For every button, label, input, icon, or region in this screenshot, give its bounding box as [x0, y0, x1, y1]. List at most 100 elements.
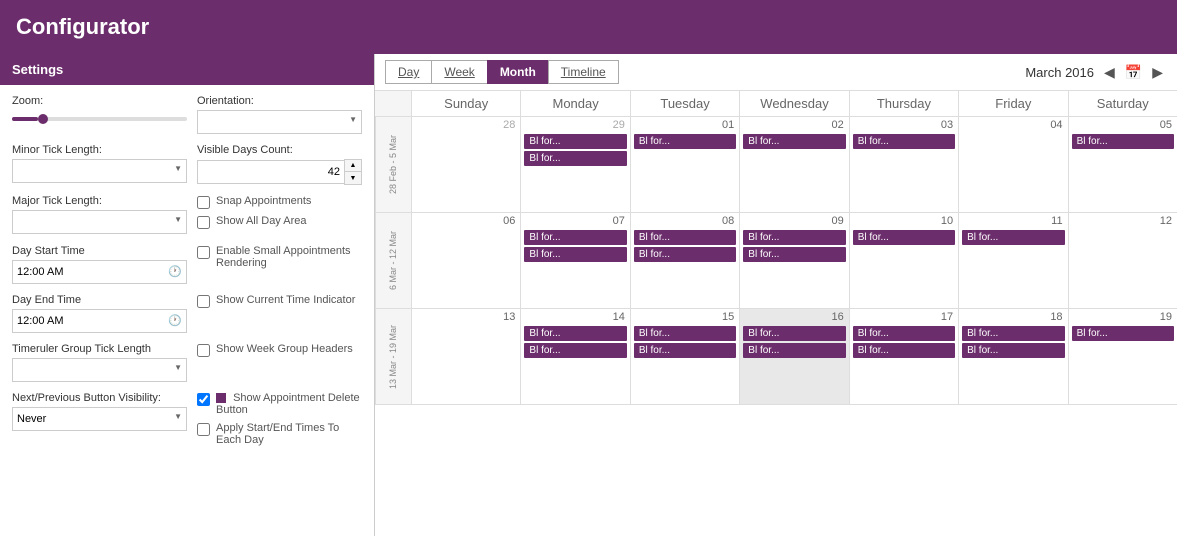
event-bar[interactable]: Bl for...: [853, 343, 955, 358]
clock-icon: 🕐: [168, 265, 182, 278]
main-container: Settings Zoom: Orientation:: [0, 54, 1177, 536]
day-end-input[interactable]: [12, 309, 187, 333]
visible-days-section: Visible Days Count: ▲ ▼: [197, 144, 362, 185]
timeruler-select[interactable]: [12, 358, 187, 382]
event-bar[interactable]: Bl for...: [962, 326, 1064, 341]
day-cell-08[interactable]: 08 Bl for... Bl for...: [630, 213, 739, 308]
event-bar[interactable]: Bl for...: [524, 247, 626, 262]
major-tick-select[interactable]: [12, 210, 187, 234]
day-start-input[interactable]: [12, 260, 187, 284]
calendar-toolbar: Day Week Month Timeline March 2016 ◀ 📅 ▶: [375, 54, 1177, 91]
day-cell-17[interactable]: 17 Bl for... Bl for...: [849, 309, 958, 404]
day-header-wed: Wednesday: [739, 91, 848, 116]
event-bar[interactable]: Bl for...: [962, 343, 1064, 358]
enable-small-row: Enable Small Appointments Rendering: [197, 245, 362, 269]
event-bar[interactable]: Bl for...: [743, 326, 845, 341]
event-bar[interactable]: Bl for...: [524, 151, 626, 166]
calendar-icon[interactable]: 📅: [1125, 64, 1142, 81]
event-bar[interactable]: Bl for...: [524, 343, 626, 358]
event-bar[interactable]: Bl for...: [634, 134, 736, 149]
day-cell-05[interactable]: 05 Bl for...: [1068, 117, 1177, 212]
enable-small-checkbox[interactable]: [197, 246, 210, 259]
event-bar[interactable]: Bl for...: [743, 230, 845, 245]
day-number: 19: [1072, 311, 1174, 323]
calendar-body: 28 Feb - 5 Mar 28 29 Bl for... Bl for...…: [375, 117, 1177, 536]
show-current-time-checkbox[interactable]: [197, 295, 210, 308]
day-start-section: Day Start Time 🕐: [12, 245, 197, 284]
timeruler-select-wrapper: [12, 358, 187, 382]
day-cell-10[interactable]: 10 Bl for...: [849, 213, 958, 308]
event-bar[interactable]: Bl for...: [1072, 326, 1174, 341]
spinner-down[interactable]: ▼: [345, 172, 361, 184]
day-cell-07[interactable]: 07 Bl for... Bl for...: [520, 213, 629, 308]
nav-prev-button[interactable]: ◀: [1100, 62, 1119, 83]
view-btn-day[interactable]: Day: [385, 60, 431, 84]
event-bar[interactable]: Bl for...: [1072, 134, 1174, 149]
major-tick-select-wrapper: [12, 210, 187, 234]
day-number: 06: [415, 215, 517, 227]
day-cell-12[interactable]: 12: [1068, 213, 1177, 308]
day-cell-04[interactable]: 04: [958, 117, 1067, 212]
event-bar[interactable]: Bl for...: [743, 343, 845, 358]
event-bar[interactable]: Bl for...: [853, 134, 955, 149]
nav-month-label: March 2016: [1025, 65, 1094, 80]
day-cell-19[interactable]: 19 Bl for...: [1068, 309, 1177, 404]
next-prev-select-wrapper: Never: [12, 407, 187, 431]
event-bar[interactable]: Bl for...: [743, 134, 845, 149]
day-cell-02[interactable]: 02 Bl for...: [739, 117, 848, 212]
event-bar[interactable]: Bl for...: [853, 230, 955, 245]
view-btn-week[interactable]: Week: [431, 60, 486, 84]
show-all-day-checkbox[interactable]: [197, 216, 210, 229]
day-cell-16[interactable]: 16 Bl for... Bl for...: [739, 309, 848, 404]
orientation-section: Orientation:: [197, 95, 362, 134]
day-cell-01[interactable]: 01 Bl for...: [630, 117, 739, 212]
day-end-section: Day End Time 🕐: [12, 294, 197, 333]
next-prev-select[interactable]: Never: [12, 407, 187, 431]
slider-thumb[interactable]: [38, 114, 48, 124]
event-bar[interactable]: Bl for...: [524, 134, 626, 149]
day-cell-15[interactable]: 15 Bl for... Bl for...: [630, 309, 739, 404]
day-number: 28: [415, 119, 517, 131]
calendar-grid: Sunday Monday Tuesday Wednesday Thursday…: [375, 91, 1177, 536]
spinner-up[interactable]: ▲: [345, 160, 361, 172]
apply-start-end-checkbox[interactable]: [197, 423, 210, 436]
show-week-group-checkbox[interactable]: [197, 344, 210, 357]
timeruler-label: Timeruler Group Tick Length: [12, 343, 187, 355]
event-bar[interactable]: Bl for...: [634, 230, 736, 245]
day-number: 18: [962, 311, 1064, 323]
event-bar[interactable]: Bl for...: [634, 247, 736, 262]
week-row-1: 28 Feb - 5 Mar 28 29 Bl for... Bl for...…: [375, 117, 1177, 213]
day-cell-11[interactable]: 11 Bl for...: [958, 213, 1067, 308]
event-bar[interactable]: Bl for...: [634, 326, 736, 341]
day-cell-03[interactable]: 03 Bl for...: [849, 117, 958, 212]
day-number: 29: [524, 119, 626, 131]
minor-tick-select[interactable]: [12, 159, 187, 183]
nav-next-button[interactable]: ▶: [1148, 62, 1167, 83]
week-row-2: 6 Mar - 12 Mar 06 07 Bl for... Bl for...…: [375, 213, 1177, 309]
day-cell-14[interactable]: 14 Bl for... Bl for...: [520, 309, 629, 404]
event-bar[interactable]: Bl for...: [524, 326, 626, 341]
view-btn-timeline[interactable]: Timeline: [548, 60, 619, 84]
day-cell-09[interactable]: 09 Bl for... Bl for...: [739, 213, 848, 308]
snap-appointments-checkbox[interactable]: [197, 196, 210, 209]
day-cell-18[interactable]: 18 Bl for... Bl for...: [958, 309, 1067, 404]
day-cell-13[interactable]: 13: [411, 309, 520, 404]
event-bar[interactable]: Bl for...: [743, 247, 845, 262]
day-cell-28feb[interactable]: 28: [411, 117, 520, 212]
week-label-3: 13 Mar - 19 Mar: [375, 309, 411, 404]
visible-days-input[interactable]: [197, 160, 344, 184]
orientation-select[interactable]: [197, 110, 362, 134]
view-btn-month[interactable]: Month: [487, 60, 548, 84]
event-bar[interactable]: Bl for...: [524, 230, 626, 245]
day-end-time-wrapper: 🕐: [12, 309, 187, 333]
slider-fill: [12, 117, 38, 121]
event-bar[interactable]: Bl for...: [962, 230, 1064, 245]
day-number: 17: [853, 311, 955, 323]
zoom-slider[interactable]: [12, 110, 187, 128]
day-cell-29feb[interactable]: 29 Bl for... Bl for...: [520, 117, 629, 212]
day-cell-06[interactable]: 06: [411, 213, 520, 308]
event-bar[interactable]: Bl for...: [634, 343, 736, 358]
show-delete-checkbox[interactable]: [197, 393, 210, 406]
day-header-tue: Tuesday: [630, 91, 739, 116]
event-bar[interactable]: Bl for...: [853, 326, 955, 341]
